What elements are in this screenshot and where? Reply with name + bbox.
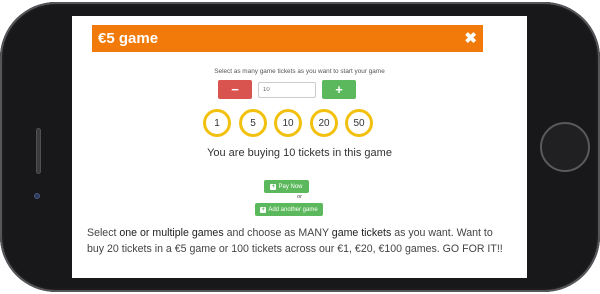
or-separator: or xyxy=(297,194,302,200)
close-icon[interactable]: ✖ xyxy=(464,31,477,46)
increase-button[interactable]: + xyxy=(322,80,356,99)
camera-icon xyxy=(34,193,40,199)
plus-square-icon: + xyxy=(270,183,277,190)
description-text: Select one or multiple games and choose … xyxy=(87,225,507,257)
instruction-text: Select as many game tickets as you want … xyxy=(214,68,385,75)
quantity-input[interactable] xyxy=(258,82,316,98)
add-another-label: Add another game xyxy=(268,206,318,213)
minus-icon: − xyxy=(231,82,239,97)
plus-icon: + xyxy=(335,82,343,97)
description-part: and choose as MANY xyxy=(223,227,332,239)
preset-options: 1 5 10 20 50 xyxy=(203,109,373,137)
home-button[interactable] xyxy=(540,122,590,172)
phone-frame: €5 game ✖ Select as many game tickets as… xyxy=(0,2,600,292)
pay-now-label: Pay Now xyxy=(278,183,303,190)
screen: €5 game ✖ Select as many game tickets as… xyxy=(72,16,527,278)
decrease-button[interactable]: − xyxy=(218,80,252,99)
plus-square-icon: + xyxy=(260,206,267,213)
add-another-game-button[interactable]: + Add another game xyxy=(255,203,323,216)
description-highlight: one or multiple games xyxy=(119,227,224,239)
preset-10-button[interactable]: 10 xyxy=(274,109,302,137)
description-part: Select xyxy=(87,227,120,239)
ticket-summary: You are buying 10 tickets in this game xyxy=(207,147,392,159)
pay-now-button[interactable]: + Pay Now xyxy=(264,180,309,193)
preset-50-button[interactable]: 50 xyxy=(345,109,373,137)
preset-5-button[interactable]: 5 xyxy=(239,109,267,137)
modal-title: €5 game xyxy=(98,30,159,47)
preset-20-button[interactable]: 20 xyxy=(310,109,338,137)
preset-1-button[interactable]: 1 xyxy=(203,109,231,137)
modal-header: €5 game ✖ xyxy=(92,25,483,52)
earpiece-icon xyxy=(36,128,41,174)
description-highlight: game tickets xyxy=(331,227,392,239)
